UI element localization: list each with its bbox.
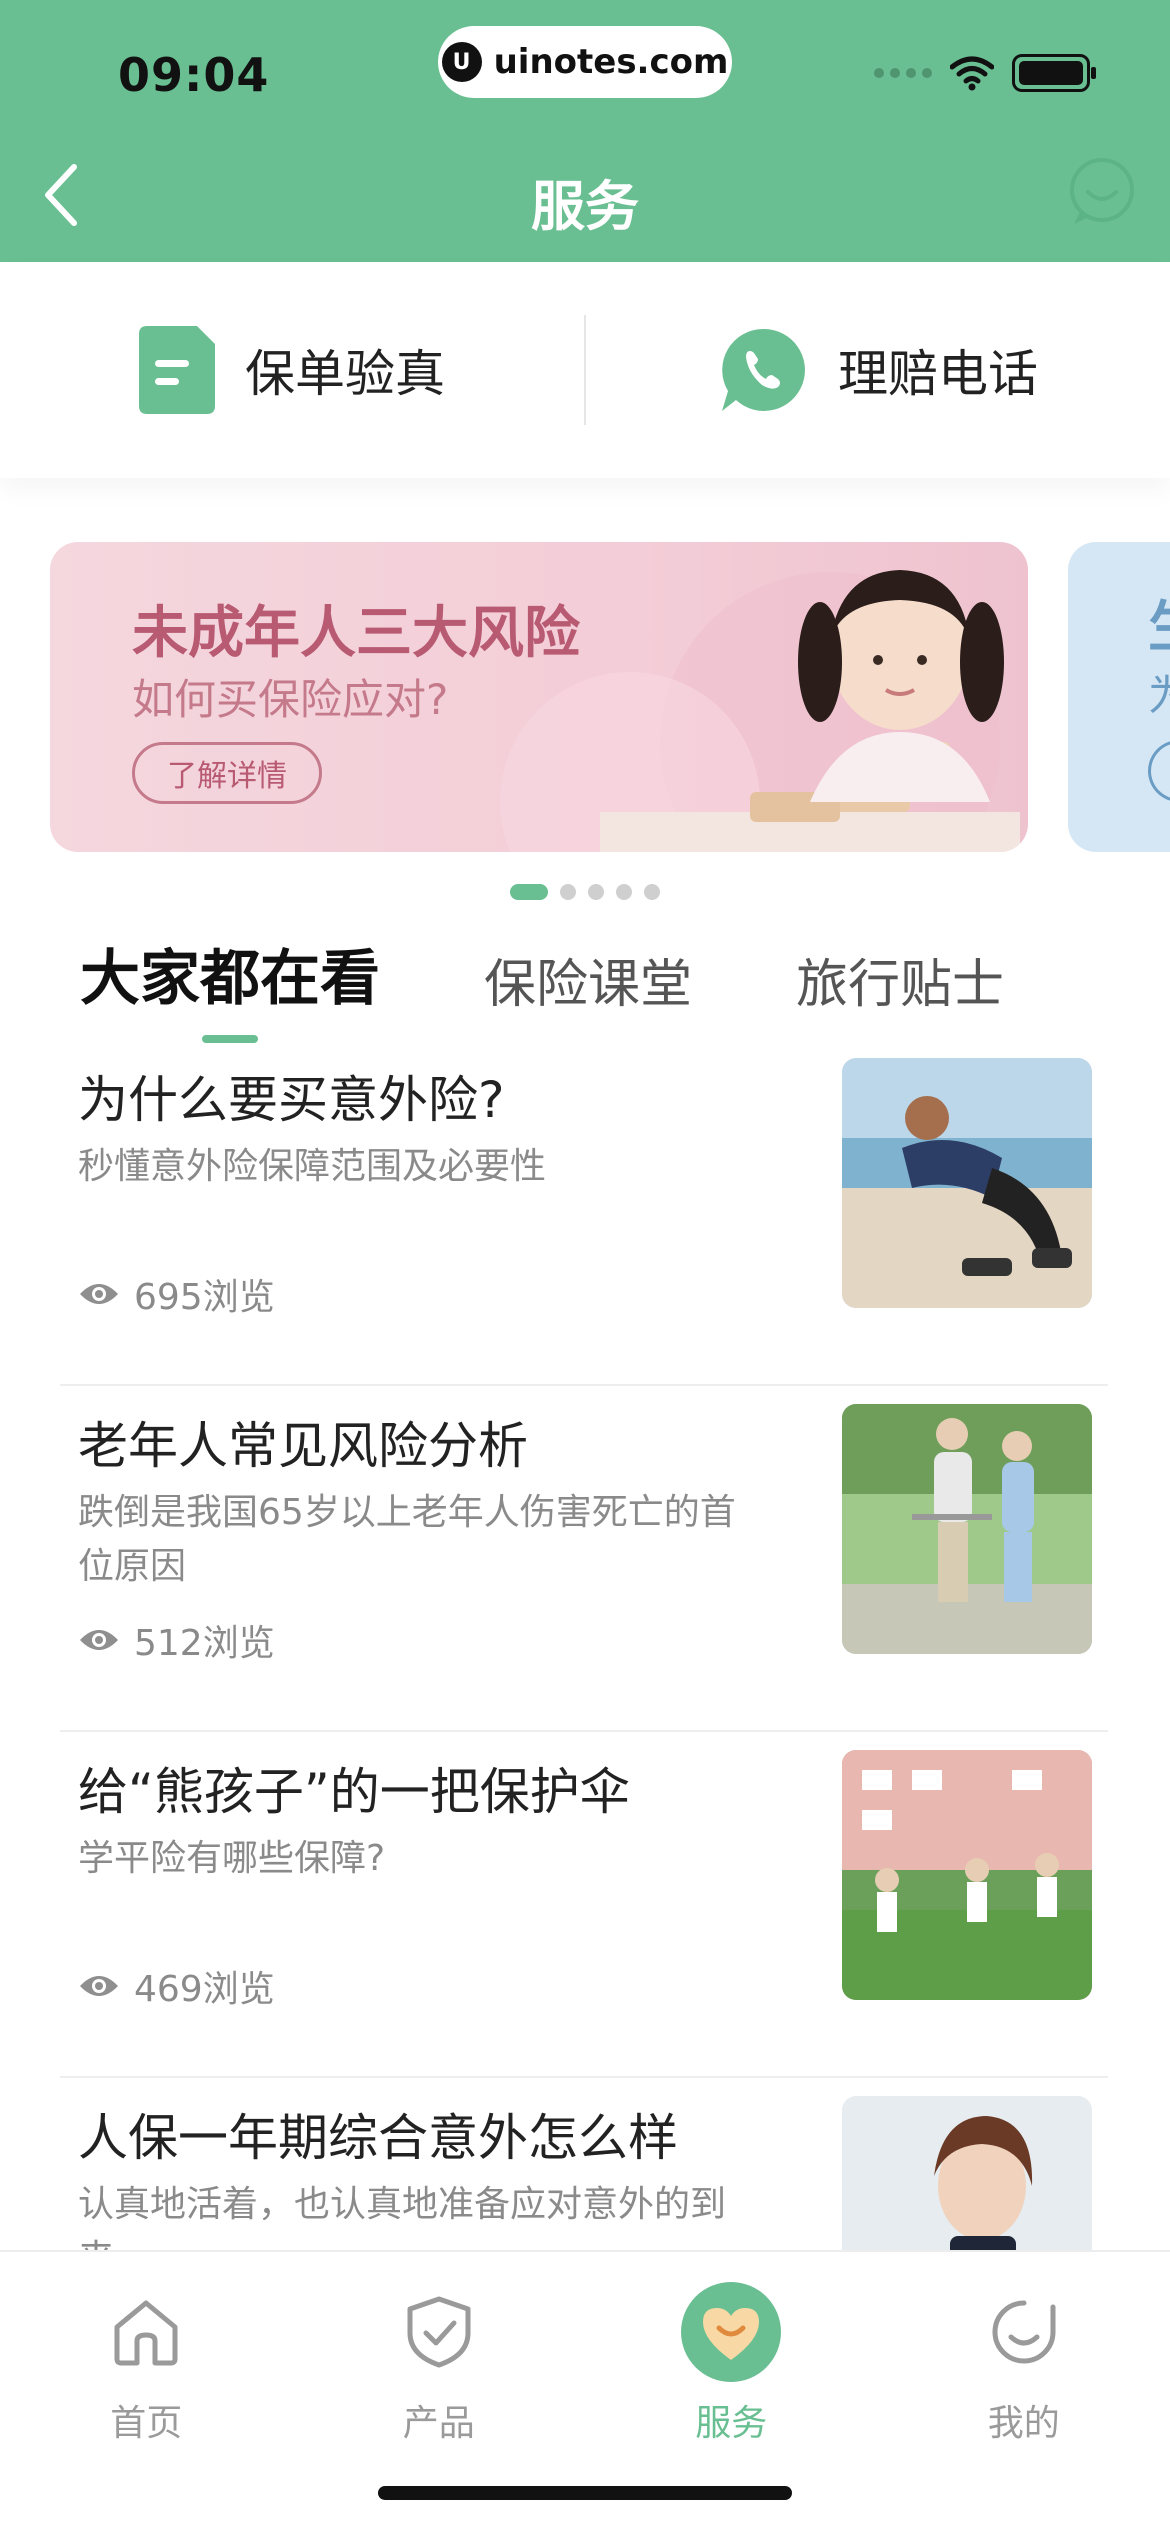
article-thumbnail — [842, 1404, 1092, 1654]
banner-detail-button[interactable]: 了解详情 — [132, 742, 322, 804]
quick-actions: 保单验真 理赔电话 — [0, 262, 1170, 478]
article-thumbnail — [842, 2096, 1092, 2250]
nav-label: 产品 — [402, 2403, 475, 2444]
chat-bubble-icon — [1070, 158, 1134, 224]
wifi-icon — [950, 56, 994, 91]
home-indicator[interactable] — [378, 2486, 792, 2500]
article-desc: 学平险有哪些保障? — [78, 1838, 386, 1879]
page-title: 服务 — [531, 175, 639, 238]
list-item[interactable]: 人保一年期综合意外怎么样 认真地活着，也认真地准备应对意外的到来 — [60, 2078, 1108, 2250]
banner-next-subtitle: 为 — [1148, 671, 1170, 720]
url-pill[interactable]: U uinotes.com — [438, 26, 732, 98]
nav-label: 我的 — [987, 2403, 1060, 2444]
policy-verify-label: 保单验真 — [245, 345, 445, 403]
nav-label: 首页 — [110, 2403, 183, 2444]
article-thumbnail — [842, 1058, 1092, 1308]
home-icon — [114, 2300, 178, 2366]
article-views: 469浏览 — [78, 1960, 275, 2012]
carousel-dot[interactable] — [588, 884, 604, 900]
url-text: uinotes.com — [493, 42, 729, 82]
eye-icon — [80, 1976, 118, 1996]
signal-icon — [874, 68, 932, 78]
battery-icon — [1012, 54, 1096, 92]
banner-carousel[interactable]: 未成年人三大风险 如何买保险应对? 了解详情 生 为 — [0, 540, 1170, 860]
claim-phone-button[interactable]: 理赔电话 — [586, 262, 1170, 478]
views-count: 469浏览 — [134, 1969, 275, 2010]
article-thumbnail — [842, 1750, 1092, 2000]
policy-verify-button[interactable]: 保单验真 — [0, 262, 584, 478]
article-title: 给“熊孩子”的一把保护伞 — [78, 1763, 630, 1821]
chat-button[interactable] — [1066, 156, 1138, 228]
article-views: 512浏览 — [78, 1614, 275, 1666]
carousel-dots — [0, 884, 1170, 900]
header: 09:04 U uinotes.com 服务 — [0, 0, 1170, 262]
phone-icon — [722, 328, 805, 411]
views-count: 695浏览 — [134, 1277, 275, 1318]
status-indicators — [874, 54, 1096, 92]
banner-subtitle: 如何买保险应对? — [132, 675, 449, 724]
tab-label: 大家都在看 — [80, 944, 380, 1014]
tab-label: 旅行贴士 — [796, 955, 1005, 1015]
article-desc: 跌倒是我国65岁以上老年人伤害死亡的首位原因 — [78, 1492, 736, 1587]
list-item[interactable]: 给“熊孩子”的一把保护伞 学平险有哪些保障? 469浏览 — [60, 1732, 1108, 2078]
banner-next-title: 生 — [1148, 582, 1170, 663]
list-item[interactable]: 为什么要买意外险? 秒懂意外险保障范围及必要性 695浏览 — [60, 1040, 1108, 1386]
banner-card-next[interactable]: 生 为 — [1068, 542, 1170, 852]
status-time: 09:04 — [118, 48, 270, 102]
article-title: 老年人常见风险分析 — [78, 1417, 528, 1475]
nav-home[interactable]: 首页 — [0, 2252, 293, 2532]
smile-face-icon — [992, 2300, 1056, 2364]
tab-popular[interactable]: 大家都在看 — [80, 930, 380, 1043]
banner-next-button — [1148, 740, 1170, 802]
views-count: 512浏览 — [134, 1623, 275, 1664]
claim-phone-label: 理赔电话 — [838, 345, 1038, 403]
content-tabs: 大家都在看 保险课堂 旅行贴士 — [80, 930, 1004, 1043]
banner-title: 未成年人三大风险 — [132, 601, 580, 666]
tab-label: 保险课堂 — [484, 955, 693, 1015]
eye-icon — [80, 1630, 118, 1650]
banner-card[interactable]: 未成年人三大风险 如何买保险应对? 了解详情 — [50, 542, 1028, 852]
tab-travel-tips[interactable]: 旅行贴士 — [796, 942, 1004, 1043]
list-item[interactable]: 老年人常见风险分析 跌倒是我国65岁以上老年人伤害死亡的首位原因 512浏览 — [60, 1386, 1108, 1732]
site-logo-icon: U — [441, 42, 482, 82]
carousel-dot[interactable] — [644, 884, 660, 900]
carousel-dot[interactable] — [616, 884, 632, 900]
article-title: 人保一年期综合意外怎么样 — [78, 2109, 678, 2167]
eye-icon — [80, 1284, 118, 1304]
tab-insurance-class[interactable]: 保险课堂 — [484, 942, 692, 1043]
article-title: 为什么要买意外险? — [78, 1071, 505, 1129]
article-views: 695浏览 — [78, 1268, 275, 1320]
nav-label: 服务 — [695, 2403, 768, 2444]
heart-service-icon — [681, 2282, 782, 2382]
carousel-dot[interactable] — [560, 884, 576, 900]
nav-mine[interactable]: 我的 — [878, 2252, 1170, 2532]
policy-document-icon — [139, 326, 215, 414]
shield-check-icon — [407, 2296, 471, 2368]
article-desc: 秒懂意外险保障范围及必要性 — [78, 1146, 547, 1187]
carousel-dot[interactable] — [510, 884, 548, 900]
article-desc: 认真地活着，也认真地准备应对意外的到来 — [78, 2184, 727, 2250]
article-list: 为什么要买意外险? 秒懂意外险保障范围及必要性 695浏览 老年人常见风险分析 — [60, 1040, 1108, 2250]
